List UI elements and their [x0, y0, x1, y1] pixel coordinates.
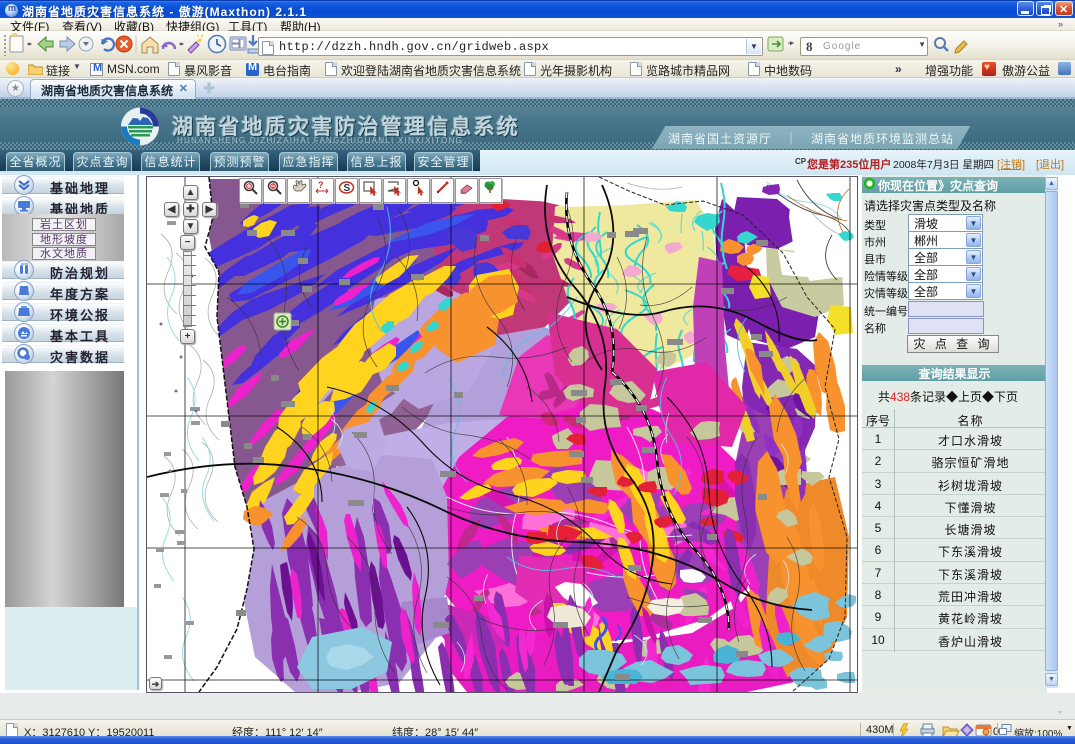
svg-text:?: ? [318, 180, 324, 190]
svg-text:S: S [344, 183, 351, 194]
